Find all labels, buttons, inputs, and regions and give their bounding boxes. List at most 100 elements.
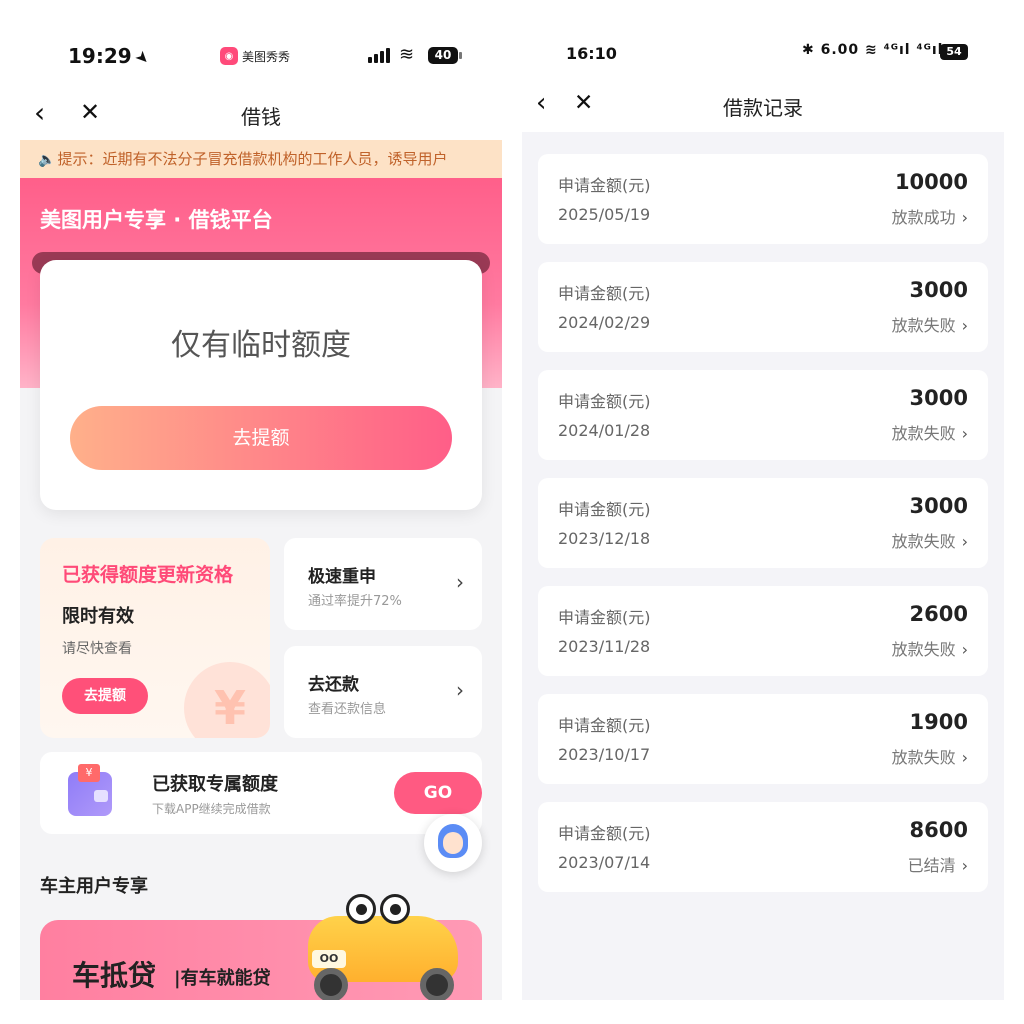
app-chip: ◉ 美图秀秀 <box>220 45 291 67</box>
meitu-logo-icon: ◉ <box>220 47 238 65</box>
agent-face <box>443 832 463 854</box>
record-label: 申请金额(元) <box>558 500 651 519</box>
customer-service-icon[interactable] <box>424 814 482 872</box>
record-status-text: 放款成功 <box>891 208 956 227</box>
app-chip-label: 美图秀秀 <box>242 49 291 64</box>
record-status: 放款失败 › <box>892 312 968 336</box>
fast-reapply-card[interactable]: 极速重申 通过率提升72% › <box>284 538 482 630</box>
list-item[interactable]: 申请金额(元) 2023/07/14 8600 已结清 › <box>538 802 988 892</box>
chevron-right-icon: › <box>961 424 968 443</box>
record-amount: 10000 <box>894 170 968 194</box>
chevron-right-icon: › <box>961 856 968 875</box>
status-time: 16:10 <box>566 44 617 63</box>
loan-record-list: 申请金额(元) 2025/05/19 10000 放款成功 › 申请金额(元) 2… <box>538 154 988 910</box>
record-status: 放款失败 › <box>892 744 968 768</box>
wallet-icon <box>68 764 112 816</box>
chevron-right-icon: › <box>961 532 968 551</box>
repay-title: 去还款 <box>308 675 359 695</box>
record-amount: 3000 <box>909 386 968 410</box>
wifi-icon: ≋ <box>399 44 415 65</box>
quota-card: 仅有临时额度 去提额 <box>40 260 482 510</box>
notice-text: 提示：近期有不法分子冒充借款机构的工作人员，诱导用户 <box>57 150 448 168</box>
battery-icon: 54 <box>940 44 968 60</box>
location-arrow-icon: ➤ <box>130 46 154 69</box>
record-status-text: 放款失败 <box>891 424 956 443</box>
quota-text: 仅有临时额度 <box>171 328 351 363</box>
go-button[interactable]: GO <box>394 772 482 814</box>
record-label: 申请金额(元) <box>558 176 651 195</box>
fast-reapply-desc: 通过率提升72% <box>308 594 402 609</box>
record-amount: 1900 <box>909 710 968 734</box>
car-section-title: 车主用户专享 <box>40 876 148 897</box>
raise-limit-button[interactable]: 去提额 <box>70 406 452 470</box>
banner-main-text: 车抵贷 <box>72 959 157 992</box>
page-title: 借款记录 <box>723 96 803 120</box>
signal-icon <box>368 47 390 63</box>
list-item[interactable]: 申请金额(元) 2024/02/29 3000 放款失败 › <box>538 262 988 352</box>
car-plate: OO <box>312 950 346 968</box>
right-screen-loan-records: 16:10 ✱ 6.00 ≋ ⁴ᴳıl ⁴ᴳıl 54 ‹ ✕ 借款记录 申请金… <box>522 0 1004 1000</box>
record-status: 放款失败 › <box>892 636 968 660</box>
record-status-text: 放款失败 <box>891 640 956 659</box>
record-date: 2025/05/19 <box>558 205 651 224</box>
record-status-text: 放款失败 <box>891 316 956 335</box>
header: 16:10 ✱ 6.00 ≋ ⁴ᴳıl ⁴ᴳıl 54 ‹ ✕ 借款记录 <box>522 0 1004 132</box>
car-wheel <box>420 968 454 1000</box>
update-raise-button[interactable]: 去提额 <box>62 678 148 714</box>
banner-sub-text: |有车就能贷 <box>174 968 271 989</box>
repay-card[interactable]: 去还款 查看还款信息 › <box>284 646 482 738</box>
car-eye <box>346 894 376 924</box>
chevron-right-icon: › <box>456 678 464 702</box>
record-date: 2023/12/18 <box>558 529 651 548</box>
record-label: 申请金额(元) <box>558 392 651 411</box>
notice-bar[interactable]: 🔈 提示：近期有不法分子冒充借款机构的工作人员，诱导用户 <box>20 140 502 178</box>
update-desc: 请尽快查看 <box>62 641 132 657</box>
car-eye <box>380 894 410 924</box>
record-label: 申请金额(元) <box>558 716 651 735</box>
chevron-right-icon: › <box>961 748 968 767</box>
chevron-right-icon: › <box>961 208 968 227</box>
record-status-text: 已结清 <box>907 856 956 875</box>
list-item[interactable]: 申请金额(元) 2024/01/28 3000 放款失败 › <box>538 370 988 460</box>
list-item[interactable]: 申请金额(元) 2025/05/19 10000 放款成功 › <box>538 154 988 244</box>
update-subtitle: 限时有效 <box>62 606 134 627</box>
record-label: 申请金额(元) <box>558 608 651 627</box>
status-time: 19:29➤ <box>68 44 154 69</box>
record-date: 2023/11/28 <box>558 637 651 656</box>
record-label: 申请金额(元) <box>558 284 651 303</box>
record-status: 放款失败 › <box>892 420 968 444</box>
hero-title: 美图用户专享 · 借钱平台 <box>40 208 273 232</box>
fast-reapply-title: 极速重申 <box>308 567 376 587</box>
chevron-right-icon: › <box>961 316 968 335</box>
record-amount: 3000 <box>909 278 968 302</box>
status-bar: 19:29➤ ◉ 美图秀秀 ≋ 40 <box>20 0 502 86</box>
update-title: 已获得额度更新资格 <box>62 564 234 586</box>
record-date: 2023/10/17 <box>558 745 651 764</box>
left-screen-borrow: 19:29➤ ◉ 美图秀秀 ≋ 40 ‹ ✕ 借钱 🔈 提示：近期有不法分子冒充借… <box>20 0 502 1000</box>
battery-icon: 40 <box>428 47 462 64</box>
status-indicators: ✱ 6.00 ≋ ⁴ᴳıl ⁴ᴳıl <box>802 42 944 58</box>
list-item[interactable]: 申请金额(元) 2023/12/18 3000 放款失败 › <box>538 478 988 568</box>
record-amount: 8600 <box>909 818 968 842</box>
speaker-icon: 🔈 <box>38 152 56 168</box>
exclusive-desc: 下载APP继续完成借款 <box>152 802 271 816</box>
list-item[interactable]: 申请金额(元) 2023/10/17 1900 放款失败 › <box>538 694 988 784</box>
yen-icon: ¥ <box>184 662 270 738</box>
exclusive-title: 已获取专属额度 <box>152 774 278 795</box>
record-date: 2024/02/29 <box>558 313 651 332</box>
record-status: 放款失败 › <box>892 528 968 552</box>
repay-desc: 查看还款信息 <box>308 702 387 717</box>
record-amount: 2600 <box>909 602 968 626</box>
chevron-right-icon: › <box>456 570 464 594</box>
record-amount: 3000 <box>909 494 968 518</box>
nav-bar: ‹ ✕ 借钱 <box>20 86 502 140</box>
car-wheel <box>314 968 348 1000</box>
record-status-text: 放款失败 <box>891 532 956 551</box>
list-item[interactable]: 申请金额(元) 2023/11/28 2600 放款失败 › <box>538 586 988 676</box>
chevron-right-icon: › <box>961 640 968 659</box>
car-mascot-icon: OO <box>302 890 472 1000</box>
record-status-text: 放款失败 <box>891 748 956 767</box>
record-status: 放款成功 › <box>892 204 968 228</box>
update-qualification-card[interactable]: 已获得额度更新资格 限时有效 请尽快查看 去提额 ¥ <box>40 538 270 738</box>
record-label: 申请金额(元) <box>558 824 651 843</box>
